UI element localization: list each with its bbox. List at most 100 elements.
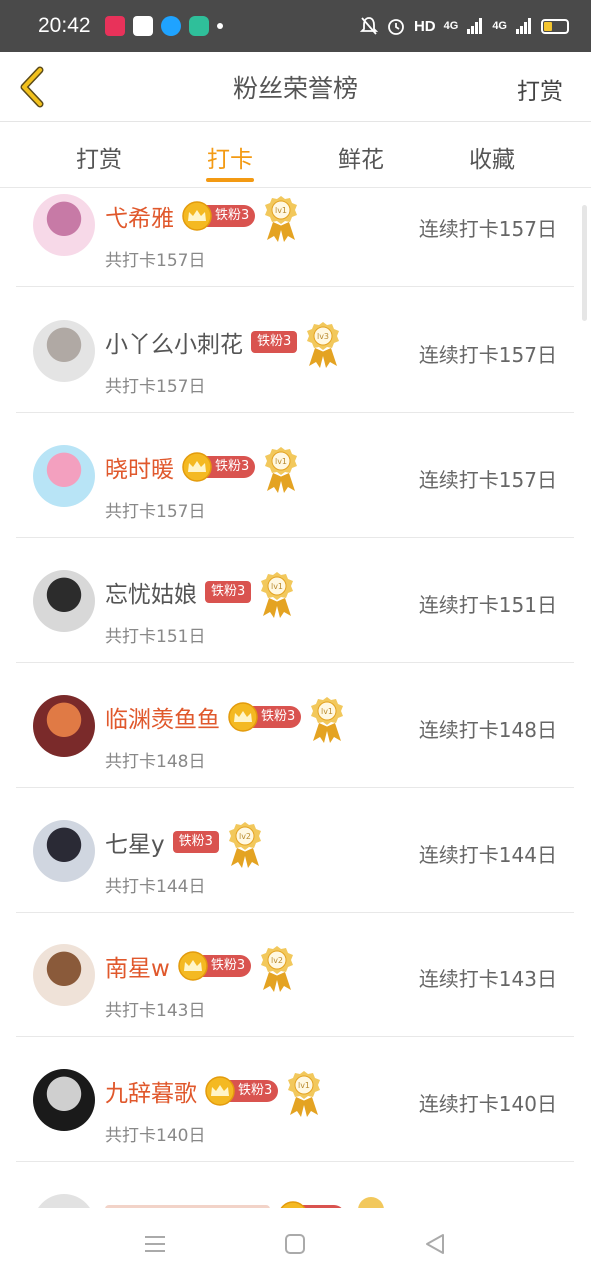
user-name[interactable]: 弋希雅: [105, 199, 174, 233]
vip-crown-icon: [182, 452, 212, 482]
list-item[interactable]: 晓时暖 铁粉3 lv1 共打卡157日 连续打卡157日: [16, 413, 574, 538]
level-medal-icon: lv2: [261, 946, 294, 992]
signal-4g-label-2: 4G: [492, 20, 507, 32]
user-name-line: 晓时暖 铁粉3 lv1: [105, 439, 299, 495]
user-name[interactable]: 南星w: [105, 949, 170, 983]
network-hd-label: HD: [413, 17, 436, 35]
streak-checkin: 连续打卡157日: [418, 217, 557, 241]
avatar[interactable]: [33, 820, 95, 882]
list-item[interactable]: 临渊羡鱼鱼 铁粉3 lv1 共打卡148日 连续打卡148日: [16, 663, 574, 788]
app-notification-icon: [104, 16, 125, 36]
total-checkin: 共打卡157日: [105, 377, 206, 397]
user-name-line: 忘忧姑娘 铁粉3 lv1: [105, 564, 295, 620]
signal-icon-2: [516, 18, 531, 34]
user-name[interactable]: 九辞暮歌: [105, 1074, 197, 1108]
svg-text:lv1: lv1: [275, 206, 287, 215]
list-item[interactable]: 忘忧姑娘 铁粉3 lv1 共打卡151日 连续打卡151日: [16, 538, 574, 663]
level-medal-icon: lv1: [311, 697, 344, 743]
list-item[interactable]: 南星w 铁粉3 lv2 共打卡143日 连续打卡143日: [16, 912, 574, 1037]
vip-crown-icon: [182, 201, 212, 231]
user-name[interactable]: 七星y: [105, 825, 165, 859]
avatar[interactable]: [33, 570, 95, 632]
level-medal-icon: [358, 1197, 384, 1208]
total-checkin: 共打卡157日: [105, 502, 206, 522]
total-checkin: 共打卡148日: [105, 752, 206, 772]
tab-checkin[interactable]: 打卡: [190, 140, 270, 174]
reward-button[interactable]: 打赏: [517, 72, 563, 106]
user-name-line: 九辞暮歌 铁粉3 lv1: [105, 1063, 322, 1119]
user-name-line: [105, 1188, 389, 1208]
system-navbar: [0, 1208, 591, 1280]
svg-text:lv1: lv1: [275, 457, 287, 466]
streak-checkin: 连续打卡148日: [418, 718, 557, 742]
svg-text:lv1: lv1: [298, 1081, 310, 1090]
user-name[interactable]: 小丫么小刺花: [105, 325, 243, 359]
app-notification-icon: [188, 16, 209, 36]
total-checkin: 共打卡151日: [105, 627, 206, 647]
fan-badge: 铁粉3: [172, 831, 219, 853]
vip-crown-icon: [228, 702, 258, 732]
signal-4g-label: 4G: [443, 20, 459, 32]
user-name-line: 临渊羡鱼鱼 铁粉3 lv1: [105, 689, 345, 745]
streak-checkin: 连续打卡157日: [418, 468, 557, 492]
back-triangle-icon[interactable]: [423, 1232, 447, 1256]
ranking-list[interactable]: 弋希雅 铁粉3 lv1 共打卡157日 连续打卡157日 小丫么小刺花 铁粉3 lv3 共打卡1…: [0, 188, 591, 1208]
avatar[interactable]: [33, 445, 95, 507]
level-medal-icon: lv1: [265, 447, 298, 493]
qq-icon: [160, 16, 181, 36]
level-medal-icon: lv2: [228, 822, 261, 868]
tab-favorites[interactable]: 收藏: [452, 140, 532, 174]
user-name[interactable]: 晓时暖: [105, 450, 174, 484]
vip-crown-icon: [280, 1201, 306, 1208]
list-item-partial[interactable]: [16, 1162, 574, 1208]
level-medal-icon: lv3: [307, 322, 340, 368]
level-medal-icon: lv1: [265, 196, 298, 242]
list-item[interactable]: 七星y 铁粉3 lv2 共打卡144日 连续打卡144日: [16, 788, 574, 913]
total-checkin: 共打卡157日: [105, 251, 206, 271]
user-name-line: 弋希雅 铁粉3 lv1: [105, 188, 299, 244]
streak-checkin: 连续打卡140日: [418, 1092, 557, 1116]
notification-icons: [104, 16, 223, 36]
vip-crown-icon: [205, 1076, 235, 1106]
tab-flowers[interactable]: 鲜花: [321, 140, 401, 174]
avatar[interactable]: [33, 695, 95, 757]
total-checkin: 共打卡140日: [105, 1126, 206, 1146]
home-icon[interactable]: [283, 1232, 307, 1256]
streak-checkin: 连续打卡151日: [418, 593, 557, 617]
back-chevron-icon[interactable]: [12, 64, 52, 110]
avatar[interactable]: [33, 1069, 95, 1131]
status-bar: 20:42 HD 4G 4G: [0, 0, 591, 52]
fan-badge: 铁粉3: [251, 331, 298, 353]
menu-icon[interactable]: [143, 1232, 167, 1256]
svg-text:lv1: lv1: [271, 582, 283, 591]
avatar[interactable]: [33, 1194, 95, 1208]
svg-text:lv2: lv2: [271, 956, 283, 965]
level-medal-icon: lv1: [288, 1071, 321, 1117]
more-notifications-icon: [216, 23, 223, 29]
list-item[interactable]: 九辞暮歌 铁粉3 lv1 共打卡140日 连续打卡140日: [16, 1037, 574, 1162]
total-checkin: 共打卡144日: [105, 877, 206, 897]
user-name-line: 小丫么小刺花 铁粉3 lv3: [105, 314, 341, 370]
alarm-icon: [388, 19, 404, 35]
level-medal-icon: lv1: [261, 572, 294, 618]
total-checkin: 共打卡143日: [105, 1001, 206, 1021]
avatar[interactable]: [33, 194, 95, 256]
user-name[interactable]: 临渊羡鱼鱼: [105, 700, 220, 734]
tab-bar: 打赏 打卡 鲜花 收藏: [0, 122, 591, 188]
streak-checkin: 连续打卡144日: [418, 843, 557, 867]
scrollbar[interactable]: [582, 205, 587, 321]
signal-icon: [467, 18, 483, 34]
streak-checkin: 连续打卡157日: [418, 343, 557, 367]
avatar[interactable]: [33, 320, 95, 382]
svg-text:lv3: lv3: [317, 332, 329, 341]
streak-checkin: 连续打卡143日: [418, 967, 557, 991]
list-item[interactable]: 弋希雅 铁粉3 lv1 共打卡157日 连续打卡157日: [16, 188, 574, 287]
avatar[interactable]: [33, 944, 95, 1006]
user-name[interactable]: 忘忧姑娘: [105, 575, 197, 609]
user-name-line: 七星y 铁粉3 lv2: [105, 814, 263, 870]
tab-reward[interactable]: 打赏: [59, 140, 139, 174]
mute-bell-icon: [359, 17, 378, 35]
list-item[interactable]: 小丫么小刺花 铁粉3 lv3 共打卡157日 连续打卡157日: [16, 288, 574, 413]
svg-text:lv2: lv2: [239, 832, 251, 841]
user-name-line: 南星w 铁粉3 lv2: [105, 938, 295, 994]
